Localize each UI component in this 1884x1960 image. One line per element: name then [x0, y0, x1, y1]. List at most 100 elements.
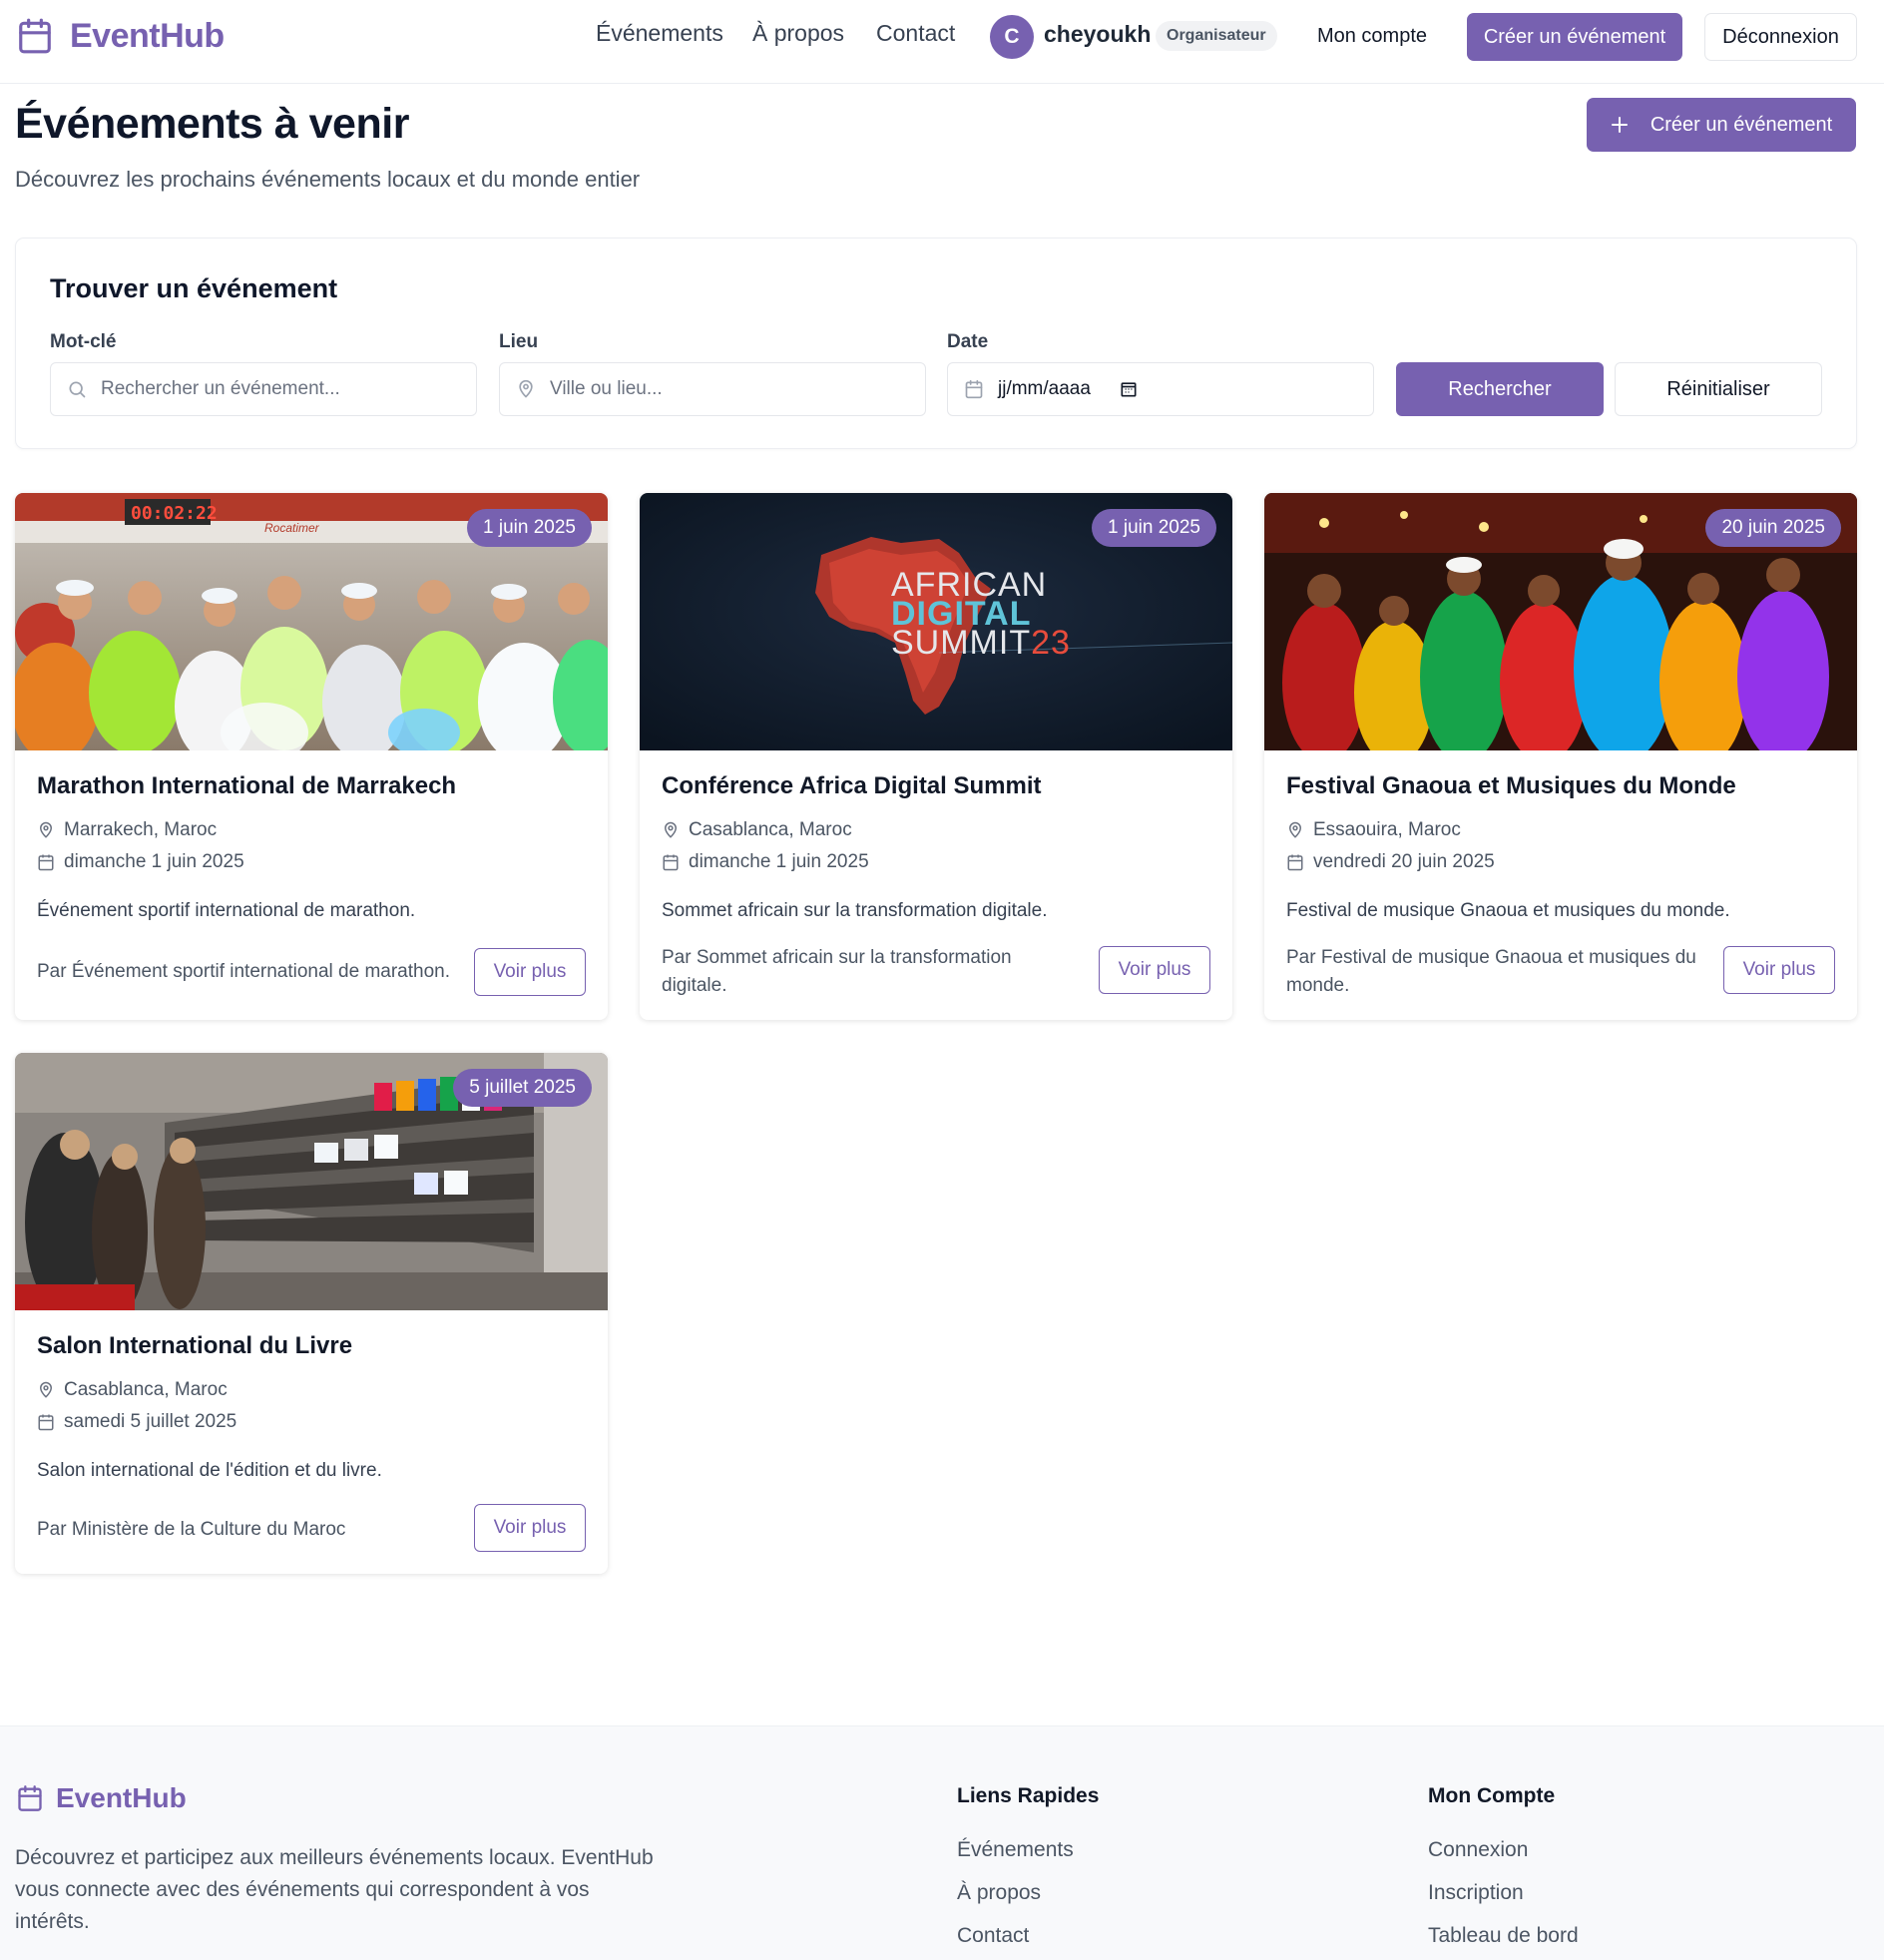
event-card: AFRICAN DIGITAL SUMMIT23 1 juin 2025 Con…	[640, 493, 1232, 1020]
event-image-summit[interactable]: AFRICAN DIGITAL SUMMIT23 1 juin 2025	[640, 493, 1232, 750]
event-description: Festival de musique Gnaoua et musiques d…	[1286, 900, 1730, 921]
event-date-text: vendredi 20 juin 2025	[1313, 851, 1495, 872]
footer-quick-links-heading: Liens Rapides	[957, 1784, 1100, 1807]
event-location: Essaouira, Maroc	[1286, 819, 1461, 841]
my-account-button[interactable]: Mon compte	[1301, 16, 1443, 56]
keyword-placeholder: Rechercher un événement...	[101, 378, 340, 399]
summit-logo-text: AFRICAN DIGITAL SUMMIT23	[891, 568, 1071, 660]
event-organizer: Par Événement sportif international de m…	[37, 961, 451, 982]
event-card: 5 juillet 2025 Salon International du Li…	[15, 1053, 608, 1574]
event-date: dimanche 1 juin 2025	[662, 851, 869, 873]
event-location-text: Marrakech, Maroc	[64, 819, 218, 840]
event-location: Casablanca, Maroc	[662, 819, 852, 841]
event-date: dimanche 1 juin 2025	[37, 851, 244, 873]
footer-brand-name: EventHub	[56, 1782, 187, 1813]
calendar-icon	[662, 853, 680, 871]
clock-text: 00:02:22	[131, 503, 218, 524]
footer-account-heading: Mon Compte	[1428, 1784, 1556, 1807]
map-pin-icon	[1286, 821, 1304, 839]
keyword-label: Mot-clé	[50, 331, 117, 352]
date-value: jj/mm/aaaa	[998, 378, 1091, 399]
search-panel: Trouver un événement Mot-clé Rechercher …	[15, 238, 1857, 449]
event-title[interactable]: Marathon International de Marrakech	[37, 772, 456, 800]
see-more-button[interactable]: Voir plus	[1723, 946, 1835, 994]
calendar-icon	[16, 1783, 44, 1813]
event-title[interactable]: Conférence Africa Digital Summit	[662, 772, 1042, 800]
map-pin-icon	[37, 1381, 55, 1399]
see-more-button[interactable]: Voir plus	[474, 948, 586, 996]
brand-name: EventHub	[70, 16, 225, 55]
summit-line-3-text: SUMMIT	[891, 624, 1032, 662]
event-image-book-fair[interactable]: 5 juillet 2025	[15, 1053, 608, 1310]
calendar-icon	[964, 379, 984, 399]
map-pin-icon	[516, 379, 536, 399]
see-more-button[interactable]: Voir plus	[1099, 946, 1210, 994]
map-pin-icon	[662, 821, 680, 839]
footer-link-events[interactable]: Événements	[957, 1838, 1074, 1862]
keyword-input[interactable]: Rechercher un événement...	[50, 362, 477, 416]
event-card: 20 juin 2025 Festival Gnaoua et Musiques…	[1264, 493, 1857, 1020]
role-badge: Organisateur	[1156, 21, 1277, 51]
event-image-festival[interactable]: 20 juin 2025	[1264, 493, 1857, 750]
search-title: Trouver un événement	[50, 273, 338, 303]
nav-link-about[interactable]: À propos	[752, 20, 844, 47]
location-label: Lieu	[499, 331, 539, 352]
event-date: samedi 5 juillet 2025	[37, 1411, 236, 1433]
location-input[interactable]: Ville ou lieu...	[499, 362, 926, 416]
event-organizer: Par Ministère de la Culture du Maroc	[37, 1519, 346, 1540]
summit-line-3: SUMMIT23	[891, 626, 1071, 660]
avatar[interactable]: C	[990, 15, 1034, 59]
event-title[interactable]: Salon International du Livre	[37, 1332, 352, 1360]
footer-brand[interactable]: EventHub	[16, 1782, 187, 1814]
logout-button[interactable]: Déconnexion	[1704, 13, 1857, 61]
page-title: Événements à venir	[15, 100, 409, 148]
date-input[interactable]: jj/mm/aaaa	[947, 362, 1374, 416]
map-pin-icon	[37, 821, 55, 839]
event-date-text: dimanche 1 juin 2025	[64, 851, 244, 872]
event-description: Sommet africain sur la transformation di…	[662, 900, 1048, 921]
footer-link-dashboard[interactable]: Tableau de bord	[1428, 1924, 1579, 1948]
event-location: Marrakech, Maroc	[37, 819, 217, 841]
search-icon	[67, 379, 87, 399]
see-more-button[interactable]: Voir plus	[474, 1504, 586, 1552]
event-location: Casablanca, Maroc	[37, 1379, 228, 1401]
event-image-marathon[interactable]: 00:02:22 Rocatimer 1 juin 2025	[15, 493, 608, 750]
event-description: Événement sportif international de marat…	[37, 900, 416, 921]
footer-link-contact[interactable]: Contact	[957, 1924, 1029, 1948]
nav-link-events[interactable]: Événements	[596, 20, 723, 47]
date-badge: 1 juin 2025	[1092, 509, 1216, 547]
date-badge: 1 juin 2025	[467, 509, 592, 547]
page-subtitle: Découvrez les prochains événements locau…	[15, 167, 641, 192]
event-date: vendredi 20 juin 2025	[1286, 851, 1495, 873]
event-card: 00:02:22 Rocatimer 1 juin 2025 Marathon …	[15, 493, 608, 1020]
nav-link-contact[interactable]: Contact	[876, 20, 955, 47]
location-placeholder: Ville ou lieu...	[550, 378, 663, 399]
calendar-icon	[37, 853, 55, 871]
footer-link-about[interactable]: À propos	[957, 1881, 1041, 1905]
plus-icon	[1611, 116, 1629, 134]
reset-button[interactable]: Réinitialiser	[1615, 362, 1822, 416]
create-event-nav-button[interactable]: Créer un événement	[1467, 13, 1682, 61]
calendar-icon	[16, 16, 54, 56]
event-location-text: Casablanca, Maroc	[64, 1379, 228, 1400]
date-badge: 20 juin 2025	[1705, 509, 1841, 547]
footer-link-register[interactable]: Inscription	[1428, 1881, 1524, 1905]
navbar: EventHub Événements À propos Contact C c…	[0, 0, 1884, 84]
banner-text: Rocatimer	[264, 521, 319, 535]
search-button[interactable]: Rechercher	[1396, 362, 1604, 416]
create-event-button[interactable]: Créer un événement	[1587, 98, 1856, 152]
calendar-icon	[37, 1413, 55, 1431]
event-title[interactable]: Festival Gnaoua et Musiques du Monde	[1286, 772, 1736, 800]
event-date-text: dimanche 1 juin 2025	[689, 851, 869, 872]
brand-logo[interactable]: EventHub	[16, 14, 225, 58]
event-description: Salon international de l'édition et du l…	[37, 1460, 382, 1481]
calendar-icon	[1286, 853, 1304, 871]
event-organizer: Par Festival de musique Gnaoua et musiqu…	[1286, 947, 1696, 996]
event-organizer: Par Sommet africain sur la transformatio…	[662, 947, 1012, 996]
date-picker-icon[interactable]	[1119, 379, 1139, 399]
event-date-text: samedi 5 juillet 2025	[64, 1411, 237, 1432]
username: cheyoukh	[1044, 21, 1152, 47]
date-badge: 5 juillet 2025	[453, 1069, 592, 1107]
footer-link-login[interactable]: Connexion	[1428, 1838, 1528, 1862]
create-event-label: Créer un événement	[1649, 113, 1833, 136]
